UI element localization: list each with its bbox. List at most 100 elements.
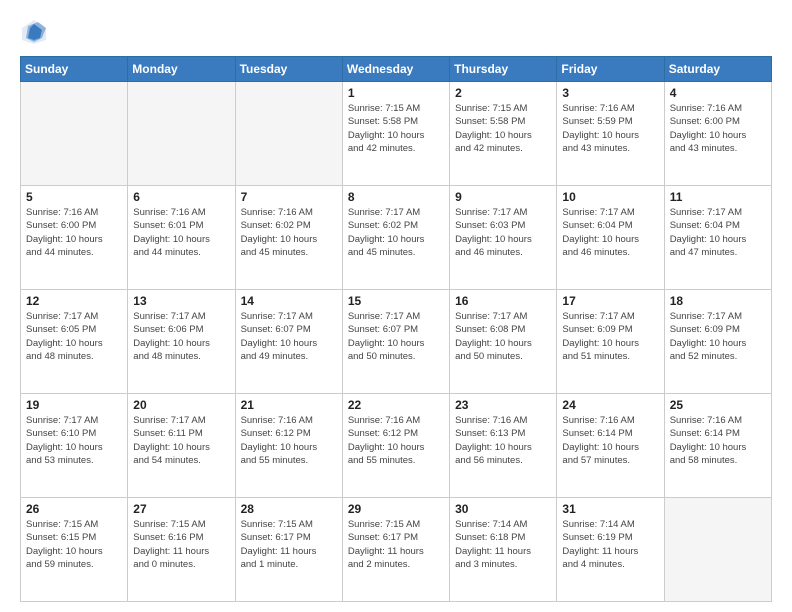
day-info: Sunrise: 7:16 AM Sunset: 6:01 PM Dayligh… [133,206,229,259]
weekday-header-thursday: Thursday [450,57,557,82]
week-row-2: 12 Sunrise: 7:17 AM Sunset: 6:05 PM Dayli… [21,290,772,394]
day-info: Sunrise: 7:17 AM Sunset: 6:04 PM Dayligh… [562,206,658,259]
day-number: 20 [133,398,229,412]
day-info: Sunrise: 7:15 AM Sunset: 6:15 PM Dayligh… [26,518,122,571]
day-info: Sunrise: 7:16 AM Sunset: 6:12 PM Dayligh… [348,414,444,467]
page: SundayMondayTuesdayWednesdayThursdayFrid… [0,0,792,612]
weekday-header-sunday: Sunday [21,57,128,82]
day-cell: 10Sunrise: 7:17 AM Sunset: 6:04 PM Dayli… [557,186,664,290]
day-info: Sunrise: 7:16 AM Sunset: 6:12 PM Dayligh… [241,414,337,467]
day-info: Sunrise: 7:17 AM Sunset: 6:04 PM Dayligh… [670,206,766,259]
day-cell: 2Sunrise: 7:15 AM Sunset: 5:58 PM Daylig… [450,82,557,186]
day-info: Sunrise: 7:15 AM Sunset: 6:17 PM Dayligh… [348,518,444,571]
day-number: 21 [241,398,337,412]
day-number: 26 [26,502,122,516]
week-row-4: 26 Sunrise: 7:15 AM Sunset: 6:15 PM Dayli… [21,498,772,602]
day-number: 22 [348,398,444,412]
day-info: Sunrise: 7:17 AM Sunset: 6:10 PM Dayligh… [26,414,122,467]
day-cell: 18 Sunrise: 7:17 AM Sunset: 6:09 PM Dayli… [664,290,771,394]
day-number: 16 [455,294,551,308]
day-info: Sunrise: 7:16 AM Sunset: 6:14 PM Dayligh… [562,414,658,467]
weekday-header-wednesday: Wednesday [342,57,449,82]
day-cell [128,82,235,186]
day-number: 15 [348,294,444,308]
day-info: Sunrise: 7:14 AM Sunset: 6:18 PM Dayligh… [455,518,551,571]
day-number: 5 [26,190,122,204]
day-info: Sunrise: 7:16 AM Sunset: 6:02 PM Dayligh… [241,206,337,259]
day-number: 13 [133,294,229,308]
day-cell: 4Sunrise: 7:16 AM Sunset: 6:00 PM Daylig… [664,82,771,186]
day-number: 27 [133,502,229,516]
day-number: 25 [670,398,766,412]
day-info: Sunrise: 7:15 AM Sunset: 6:16 PM Dayligh… [133,518,229,571]
weekday-header-saturday: Saturday [664,57,771,82]
day-info: Sunrise: 7:15 AM Sunset: 5:58 PM Dayligh… [348,102,444,155]
day-cell: 29 Sunrise: 7:15 AM Sunset: 6:17 PM Dayli… [342,498,449,602]
day-cell: 25 Sunrise: 7:16 AM Sunset: 6:14 PM Dayli… [664,394,771,498]
day-number: 31 [562,502,658,516]
day-cell: 12 Sunrise: 7:17 AM Sunset: 6:05 PM Dayli… [21,290,128,394]
weekday-header-monday: Monday [128,57,235,82]
day-cell: 21 Sunrise: 7:16 AM Sunset: 6:12 PM Dayli… [235,394,342,498]
day-number: 29 [348,502,444,516]
day-info: Sunrise: 7:15 AM Sunset: 6:17 PM Dayligh… [241,518,337,571]
day-cell: 17 Sunrise: 7:17 AM Sunset: 6:09 PM Dayli… [557,290,664,394]
day-cell: 26 Sunrise: 7:15 AM Sunset: 6:15 PM Dayli… [21,498,128,602]
day-number: 3 [562,86,658,100]
day-cell [235,82,342,186]
day-cell: 27 Sunrise: 7:15 AM Sunset: 6:16 PM Dayli… [128,498,235,602]
day-info: Sunrise: 7:17 AM Sunset: 6:03 PM Dayligh… [455,206,551,259]
day-number: 9 [455,190,551,204]
day-cell: 13 Sunrise: 7:17 AM Sunset: 6:06 PM Dayli… [128,290,235,394]
day-info: Sunrise: 7:17 AM Sunset: 6:07 PM Dayligh… [241,310,337,363]
weekday-header-row: SundayMondayTuesdayWednesdayThursdayFrid… [21,57,772,82]
week-row-1: 5 Sunrise: 7:16 AM Sunset: 6:00 PM Daylig… [21,186,772,290]
header [20,18,772,46]
day-number: 30 [455,502,551,516]
day-number: 14 [241,294,337,308]
day-info: Sunrise: 7:17 AM Sunset: 6:09 PM Dayligh… [670,310,766,363]
day-info: Sunrise: 7:17 AM Sunset: 6:02 PM Dayligh… [348,206,444,259]
day-info: Sunrise: 7:15 AM Sunset: 5:58 PM Dayligh… [455,102,551,155]
day-info: Sunrise: 7:16 AM Sunset: 5:59 PM Dayligh… [562,102,658,155]
day-cell: 5 Sunrise: 7:16 AM Sunset: 6:00 PM Daylig… [21,186,128,290]
day-info: Sunrise: 7:17 AM Sunset: 6:08 PM Dayligh… [455,310,551,363]
day-info: Sunrise: 7:17 AM Sunset: 6:09 PM Dayligh… [562,310,658,363]
day-info: Sunrise: 7:14 AM Sunset: 6:19 PM Dayligh… [562,518,658,571]
week-row-0: 1 Sunrise: 7:15 AM Sunset: 5:58 PM Daylig… [21,82,772,186]
day-info: Sunrise: 7:16 AM Sunset: 6:00 PM Dayligh… [26,206,122,259]
day-number: 7 [241,190,337,204]
day-number: 8 [348,190,444,204]
day-number: 18 [670,294,766,308]
day-info: Sunrise: 7:16 AM Sunset: 6:13 PM Dayligh… [455,414,551,467]
day-cell: 19 Sunrise: 7:17 AM Sunset: 6:10 PM Dayli… [21,394,128,498]
weekday-header-tuesday: Tuesday [235,57,342,82]
day-cell: 22 Sunrise: 7:16 AM Sunset: 6:12 PM Dayli… [342,394,449,498]
day-info: Sunrise: 7:17 AM Sunset: 6:05 PM Dayligh… [26,310,122,363]
day-info: Sunrise: 7:16 AM Sunset: 6:00 PM Dayligh… [670,102,766,155]
day-cell [664,498,771,602]
day-number: 1 [348,86,444,100]
day-number: 17 [562,294,658,308]
calendar-table: SundayMondayTuesdayWednesdayThursdayFrid… [20,56,772,602]
day-cell: 11Sunrise: 7:17 AM Sunset: 6:04 PM Dayli… [664,186,771,290]
day-cell: 8 Sunrise: 7:17 AM Sunset: 6:02 PM Daylig… [342,186,449,290]
day-cell: 6Sunrise: 7:16 AM Sunset: 6:01 PM Daylig… [128,186,235,290]
day-info: Sunrise: 7:17 AM Sunset: 6:07 PM Dayligh… [348,310,444,363]
day-number: 19 [26,398,122,412]
logo-icon [20,18,48,46]
day-cell: 7 Sunrise: 7:16 AM Sunset: 6:02 PM Daylig… [235,186,342,290]
day-number: 12 [26,294,122,308]
day-cell: 24Sunrise: 7:16 AM Sunset: 6:14 PM Dayli… [557,394,664,498]
day-cell: 16 Sunrise: 7:17 AM Sunset: 6:08 PM Dayli… [450,290,557,394]
day-cell: 3 Sunrise: 7:16 AM Sunset: 5:59 PM Daylig… [557,82,664,186]
day-cell: 28 Sunrise: 7:15 AM Sunset: 6:17 PM Dayli… [235,498,342,602]
day-cell: 9 Sunrise: 7:17 AM Sunset: 6:03 PM Daylig… [450,186,557,290]
day-cell: 15 Sunrise: 7:17 AM Sunset: 6:07 PM Dayli… [342,290,449,394]
day-info: Sunrise: 7:17 AM Sunset: 6:06 PM Dayligh… [133,310,229,363]
day-number: 28 [241,502,337,516]
day-number: 23 [455,398,551,412]
logo [20,18,52,46]
day-cell [21,82,128,186]
day-info: Sunrise: 7:16 AM Sunset: 6:14 PM Dayligh… [670,414,766,467]
